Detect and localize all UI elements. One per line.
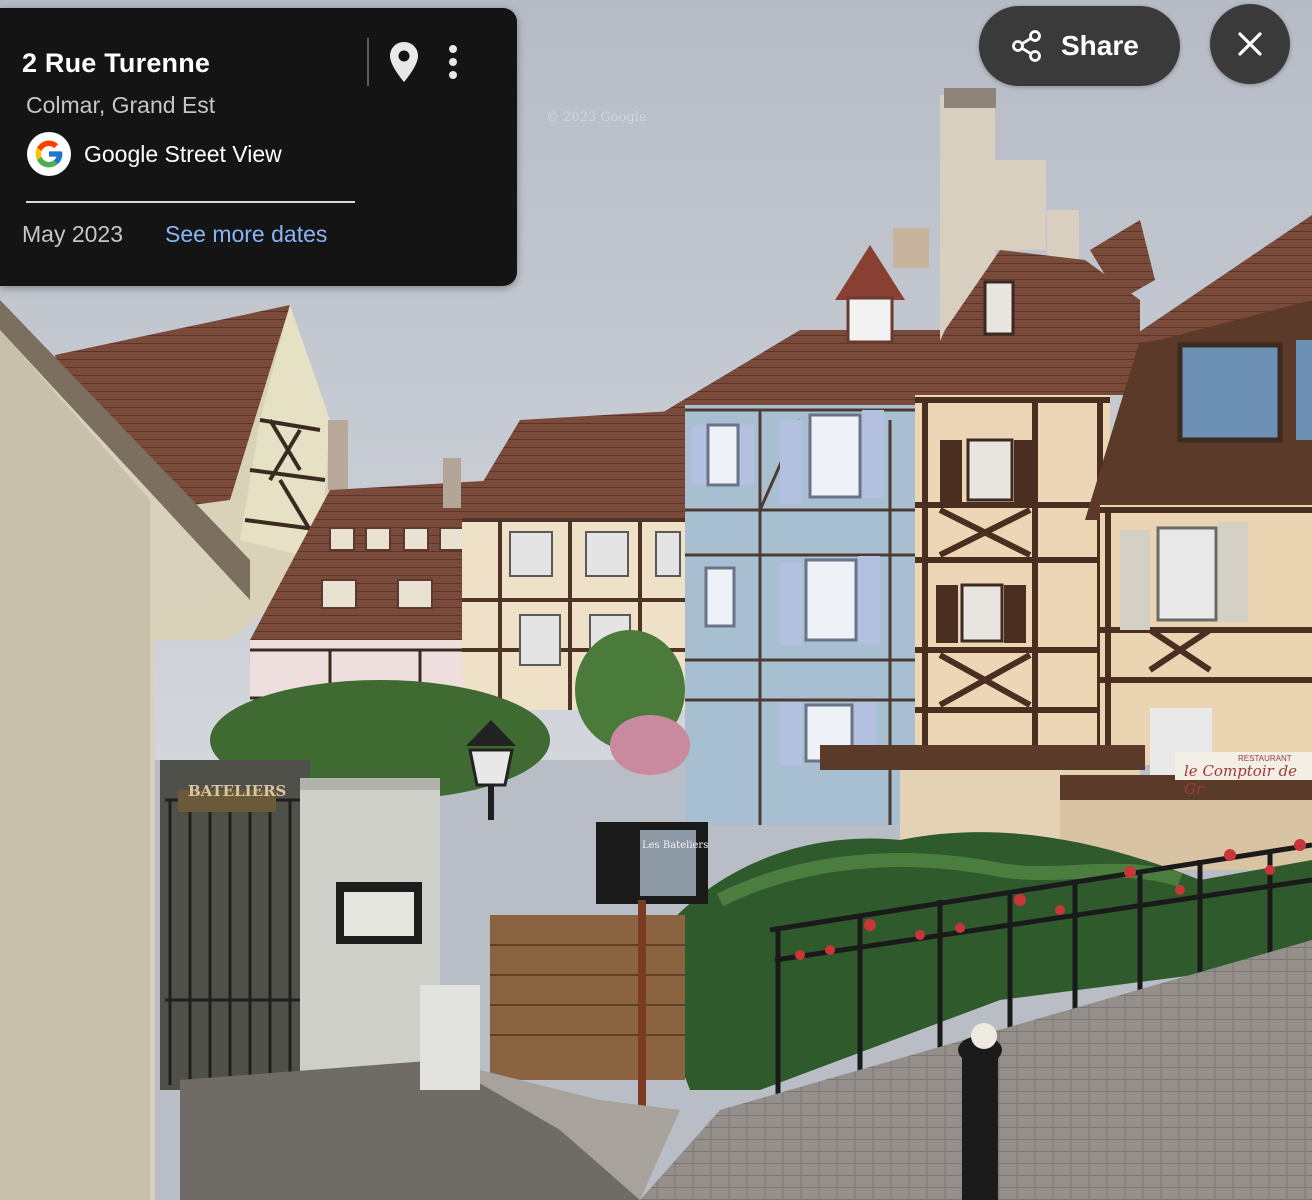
view-on-map-button[interactable] [384,38,424,86]
share-icon [1012,30,1041,62]
card-divider-vertical [367,38,369,86]
card-divider-horizontal [26,201,355,203]
share-button[interactable]: Share [979,6,1180,86]
imagery-source: Google Street View [27,131,282,177]
place-subtitle: Colmar, Grand Est [26,92,216,118]
close-button[interactable] [1210,4,1290,84]
place-title: 2 Rue Turenne [22,48,211,78]
google-g-icon [27,132,71,176]
close-icon [1238,32,1262,56]
map-pin-icon [390,42,418,82]
more-vert-icon [449,45,457,79]
see-more-dates-link[interactable]: See more dates [165,221,327,248]
more-options-button[interactable] [436,38,470,86]
location-info-card: 2 Rue Turenne Colmar, Grand Est Google S… [0,8,517,286]
source-label: Google Street View [84,140,282,167]
capture-date: May 2023 [22,221,124,247]
share-label: Share [1061,30,1139,61]
